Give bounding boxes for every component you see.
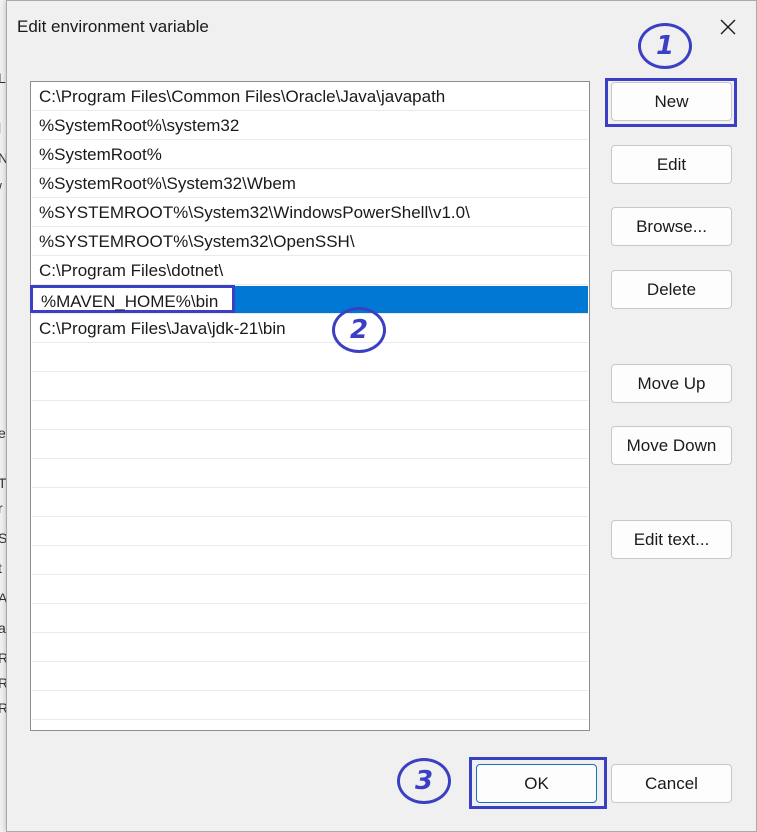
list-item-label: %SYSTEMROOT%\System32\OpenSSH\ — [39, 232, 355, 251]
list-item-label: C:\Program Files\dotnet\ — [39, 261, 224, 280]
inline-edit-field[interactable]: %MAVEN_HOME%\bin — [30, 285, 235, 313]
list-item[interactable]: %SYSTEMROOT%\System32\WindowsPowerShell\… — [32, 199, 588, 227]
list-item[interactable]: C:\Program Files\Common Files\Oracle\Jav… — [32, 83, 588, 111]
ok-button-label: OK — [524, 773, 549, 793]
move-down-button[interactable]: Move Down — [611, 426, 732, 465]
empty-row — [32, 634, 588, 662]
empty-row — [32, 518, 588, 546]
list-item[interactable]: C:\Program Files\dotnet\ — [32, 257, 588, 285]
list-item[interactable]: C:\Program Files\Java\jdk-21\bin — [32, 315, 588, 343]
empty-row — [32, 605, 588, 633]
move-up-button-label: Move Up — [637, 373, 706, 393]
new-button[interactable]: New — [611, 82, 732, 121]
step-2-number: 2 — [349, 315, 369, 345]
ok-button[interactable]: OK — [476, 764, 597, 803]
delete-button-label: Delete — [646, 279, 697, 299]
path-list[interactable]: C:\Program Files\Common Files\Oracle\Jav… — [30, 81, 590, 731]
list-item[interactable]: %SystemRoot% — [32, 141, 588, 169]
cancel-button-label: Cancel — [645, 773, 698, 793]
empty-row — [32, 373, 588, 401]
edit-text-button[interactable]: Edit text... — [611, 520, 732, 559]
dialog-title: Edit environment variable — [17, 17, 209, 36]
step-1-number: 1 — [655, 31, 675, 61]
new-button-label: New — [654, 91, 689, 111]
step-1-badge: 1 — [638, 23, 692, 69]
edit-button[interactable]: Edit — [611, 145, 732, 184]
browse-button-label: Browse... — [636, 216, 707, 236]
list-item[interactable]: %SystemRoot%\System32\Wbem — [32, 170, 588, 198]
step-3-badge: 3 — [397, 758, 451, 804]
empty-row — [32, 663, 588, 691]
list-item-label: %SystemRoot%\system32 — [39, 116, 240, 135]
empty-row — [32, 402, 588, 430]
empty-row — [32, 431, 588, 459]
empty-row — [32, 344, 588, 372]
move-down-button-label: Move Down — [626, 435, 717, 455]
edit-text-button-label: Edit text... — [633, 529, 710, 549]
browse-button[interactable]: Browse... — [611, 207, 732, 246]
empty-row — [32, 460, 588, 488]
list-item-label: %SystemRoot%\System32\Wbem — [39, 174, 296, 193]
cancel-button[interactable]: Cancel — [611, 764, 732, 803]
list-item[interactable]: %SystemRoot%\system32 — [32, 112, 588, 140]
list-item-selected[interactable]: %MAVEN_HOME%\bin — [30, 285, 588, 314]
inline-edit-value: %MAVEN_HOME%\bin — [41, 292, 219, 311]
delete-button[interactable]: Delete — [611, 270, 732, 309]
list-item-label: C:\Program Files\Common Files\Oracle\Jav… — [39, 87, 446, 106]
move-up-button[interactable]: Move Up — [611, 364, 732, 403]
list-item-label: %SystemRoot% — [39, 145, 162, 164]
list-item-label: %SYSTEMROOT%\System32\WindowsPowerShell\… — [39, 203, 470, 222]
edit-button-label: Edit — [656, 154, 687, 174]
empty-row — [32, 692, 588, 720]
edit-environment-variable-dialog: Edit environment variable C:\Program Fil… — [6, 0, 757, 832]
empty-row — [32, 576, 588, 604]
close-icon — [720, 19, 736, 35]
list-item-label: C:\Program Files\Java\jdk-21\bin — [39, 319, 286, 338]
empty-row — [32, 489, 588, 517]
empty-row — [32, 547, 588, 575]
close-button[interactable] — [707, 9, 749, 45]
step-3-number: 3 — [414, 766, 434, 796]
step-2-badge: 2 — [332, 307, 386, 353]
list-item[interactable]: %SYSTEMROOT%\System32\OpenSSH\ — [32, 228, 588, 256]
